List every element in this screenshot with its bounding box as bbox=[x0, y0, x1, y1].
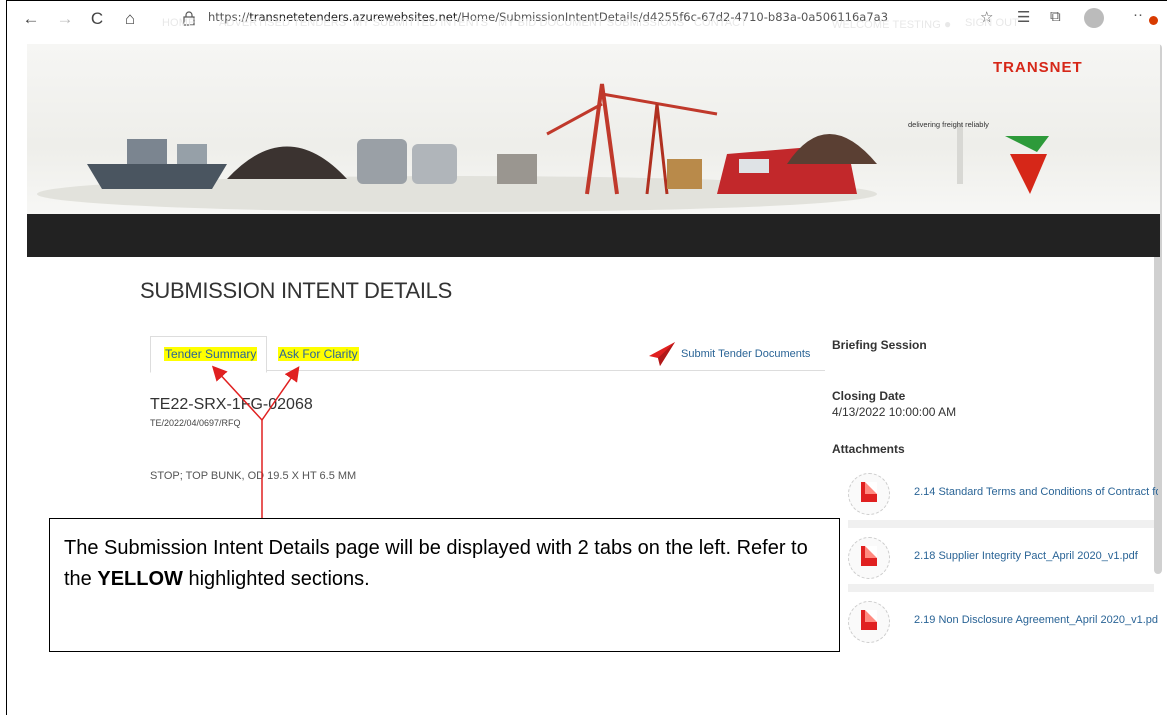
logo-tagline: delivering freight reliably bbox=[908, 120, 989, 129]
nav-sign-out[interactable]: SIGN OUT bbox=[965, 17, 1019, 29]
paper-plane-icon[interactable] bbox=[648, 341, 676, 367]
welcome-text: WELCOME TESTING bbox=[832, 19, 941, 31]
collections-icon[interactable]: ⧉ bbox=[1050, 8, 1061, 25]
nav-my-bid-document-submissions[interactable]: MY BID DOCUMENT SUBMISSIONS bbox=[498, 17, 684, 29]
tender-description: STOP; TOP BUNK, OD 19.5 X HT 6.5 MM bbox=[150, 470, 357, 482]
annotation-callout: The Submission Intent Details page will … bbox=[49, 518, 840, 652]
pdf-file-icon bbox=[861, 610, 877, 630]
more-menu-icon[interactable]: ·· bbox=[1133, 6, 1143, 23]
nav-welcome-user[interactable]: WELCOME TESTING ● bbox=[832, 17, 951, 31]
attachment-name[interactable]: 2.14 Standard Terms and Conditions of Co… bbox=[914, 486, 1158, 498]
callout-text-bold: YELLOW bbox=[97, 568, 183, 590]
pdf-file-icon bbox=[861, 482, 877, 502]
tab-tender-summary[interactable]: Tender Summary bbox=[164, 347, 258, 361]
user-icon: ● bbox=[944, 17, 952, 31]
nav-home[interactable]: HOME bbox=[162, 17, 195, 29]
submit-tender-documents-link[interactable]: Submit Tender Documents bbox=[681, 348, 810, 360]
attachment-item[interactable]: 2.14 Standard Terms and Conditions of Co… bbox=[848, 473, 1158, 515]
frame-left-border bbox=[6, 0, 7, 715]
main-navbar bbox=[27, 214, 1160, 257]
notification-badge bbox=[1149, 16, 1158, 25]
closing-date-label: Closing Date bbox=[832, 389, 906, 403]
tab-ask-for-clarity[interactable]: Ask For Clarity bbox=[278, 347, 359, 361]
header-banner bbox=[27, 44, 1160, 214]
closing-date-value: 4/13/2022 10:00:00 AM bbox=[832, 405, 957, 419]
reload-icon[interactable]: C bbox=[86, 8, 108, 30]
tender-reference: TE/2022/04/0697/RFQ bbox=[150, 418, 241, 428]
tender-number: TE22-SRX-1FG-02068 bbox=[150, 396, 313, 413]
home-icon[interactable]: ⌂ bbox=[119, 8, 141, 30]
callout-text: The Submission Intent Details page will … bbox=[64, 533, 834, 595]
nav-advertised-tenders[interactable]: ADVERTISED TENDERS bbox=[219, 17, 346, 29]
attachment-name[interactable]: 2.19 Non Disclosure Agreement_April 2020… bbox=[914, 614, 1158, 626]
attachment-item[interactable]: 2.19 Non Disclosure Agreement_April 2020… bbox=[848, 601, 1158, 643]
nav-my-submitted-intents[interactable]: MY SUBMITTED INTENTS bbox=[353, 17, 488, 29]
attachment-separator bbox=[848, 520, 1154, 528]
profile-avatar[interactable] bbox=[1084, 8, 1104, 28]
page-title: SUBMISSION INTENT DETAILS bbox=[140, 278, 452, 303]
favorites-list-icon[interactable]: ☰ bbox=[1017, 8, 1030, 26]
banner-illustration bbox=[37, 83, 1049, 212]
callout-text-after: highlighted sections. bbox=[182, 568, 370, 590]
back-icon[interactable]: ← bbox=[20, 8, 42, 30]
nav-contact[interactable]: CONTACT bbox=[694, 17, 747, 29]
attachment-item[interactable]: 2.18 Supplier Integrity Pact_April 2020_… bbox=[848, 537, 1158, 579]
briefing-session-label: Briefing Session bbox=[832, 338, 927, 352]
transnet-logo: TRANSNET bbox=[993, 59, 1083, 76]
attachment-name[interactable]: 2.18 Supplier Integrity Pact_April 2020_… bbox=[914, 550, 1158, 562]
attachments-label: Attachments bbox=[832, 442, 905, 456]
attachment-separator bbox=[848, 584, 1154, 592]
pdf-file-icon bbox=[861, 546, 877, 566]
forward-icon[interactable]: → bbox=[54, 8, 76, 30]
